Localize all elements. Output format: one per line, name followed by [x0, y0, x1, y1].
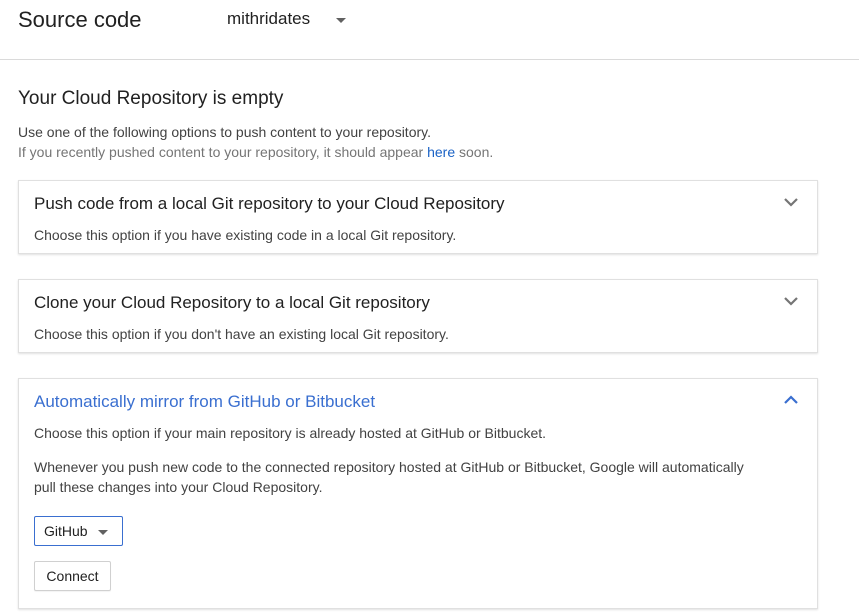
caret-down-icon [97, 529, 108, 535]
chevron-down-icon[interactable] [783, 196, 799, 208]
option-title: Clone your Cloud Repository to a local G… [34, 293, 430, 312]
provider-select[interactable]: GitHub [34, 516, 123, 546]
option-description: Choose this option if your main reposito… [34, 425, 547, 441]
here-link[interactable]: here [427, 144, 455, 160]
repository-selector[interactable]: mithridates [227, 6, 347, 32]
option-description: Choose this option if you don't have an … [34, 326, 449, 342]
hint-prefix: If you recently pushed content to your r… [18, 144, 428, 160]
intro-text: Use one of the following options to push… [18, 124, 431, 140]
chevron-down-icon[interactable] [783, 295, 799, 307]
option-header-mirror[interactable]: Automatically mirror from GitHub or Bitb… [19, 379, 817, 423]
hint-suffix: soon. [455, 144, 494, 160]
option-header-push[interactable]: Push code from a local Git repository to… [19, 181, 817, 225]
option-title: Automatically mirror from GitHub or Bitb… [34, 392, 376, 411]
connect-button[interactable]: Connect [34, 561, 111, 591]
mirror-note: Whenever you push new code to the connec… [34, 459, 744, 495]
option-panel-clone: Clone your Cloud Repository to a local G… [18, 279, 818, 353]
top-bar: Source code mithridates [0, 0, 859, 60]
empty-repo-heading: Your Cloud Repository is empty [18, 88, 284, 109]
provider-value: GitHub [44, 523, 88, 539]
option-panel-push: Push code from a local Git repository to… [18, 180, 818, 254]
chevron-up-icon[interactable] [783, 394, 799, 406]
option-header-clone[interactable]: Clone your Cloud Repository to a local G… [19, 280, 817, 324]
hint-text: If you recently pushed content to your r… [18, 143, 493, 161]
option-title: Push code from a local Git repository to… [34, 194, 505, 213]
option-description: Choose this option if you have existing … [34, 227, 457, 243]
option-panel-mirror: Automatically mirror from GitHub or Bitb… [18, 378, 818, 609]
page-title: Source code [18, 7, 142, 32]
repository-name: mithridates [227, 9, 311, 28]
caret-down-icon [336, 17, 347, 23]
